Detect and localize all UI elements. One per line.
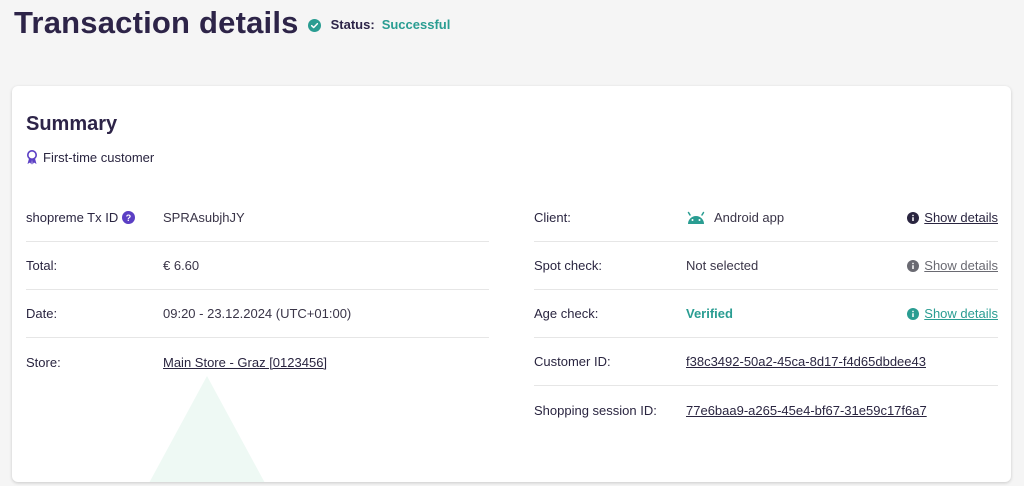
date-value: 09:20 - 23.12.2024 (UTC+01:00) <box>163 306 352 321</box>
tx-id-value: SPRAsubjhJY <box>163 210 245 225</box>
check-circle-icon <box>307 18 321 32</box>
summary-title: Summary <box>26 113 118 135</box>
spot-check-show-details[interactable]: Show details <box>907 258 998 273</box>
info-circle-icon <box>907 307 920 320</box>
total-label: Total: <box>26 258 58 273</box>
age-check-show-details[interactable]: Show details <box>907 306 998 321</box>
client-show-details-text[interactable]: Show details <box>924 210 998 225</box>
customer-id-label: Customer ID: <box>534 354 611 369</box>
tx-id-row: shopreme Tx ID ? SPRAsubjhJY <box>26 194 489 242</box>
total-row: Total: € 6.60 <box>26 242 489 290</box>
store-row: Store: Main Store - Graz [0123456] <box>26 338 489 386</box>
client-show-details[interactable]: Show details <box>907 210 998 225</box>
right-column: Client: Android app Show details Spot ch… <box>534 194 998 434</box>
client-label: Client: <box>534 210 571 225</box>
badge-label: First-time customer <box>43 150 155 165</box>
customer-id-row: Customer ID: f38c3492-50a2-45ca-8d17-f4d… <box>534 338 998 386</box>
client-value: Android app <box>686 210 784 225</box>
page-header: Transaction details Status: Successful <box>14 2 450 44</box>
tx-id-label-text: shopreme Tx ID <box>26 210 119 225</box>
svg-text:?: ? <box>126 213 131 223</box>
android-icon <box>687 211 705 224</box>
watermark-triangle <box>149 376 265 482</box>
client-row: Client: Android app Show details <box>534 194 998 242</box>
store-link[interactable]: Main Store - Graz [0123456] <box>163 355 327 370</box>
page-title: Transaction details <box>14 5 299 40</box>
left-column: shopreme Tx ID ? SPRAsubjhJY Total: € 6.… <box>26 194 489 386</box>
age-check-row: Age check: Verified Show details <box>534 290 998 338</box>
spot-check-row: Spot check: Not selected Show details <box>534 242 998 290</box>
spot-check-show-details-text[interactable]: Show details <box>924 258 998 273</box>
date-row: Date: 09:20 - 23.12.2024 (UTC+01:00) <box>26 290 489 338</box>
session-id-link[interactable]: 77e6baa9-a265-45e4-bf67-31e59c17f6a7 <box>686 403 927 418</box>
question-circle-icon[interactable]: ? <box>122 211 136 224</box>
age-check-show-details-text[interactable]: Show details <box>924 306 998 321</box>
info-circle-icon <box>907 259 920 272</box>
store-label: Store: <box>26 354 61 370</box>
status-label: Status: <box>330 17 375 32</box>
session-id-row: Shopping session ID: 77e6baa9-a265-45e4-… <box>534 386 998 434</box>
client-value-text: Android app <box>714 210 785 225</box>
age-check-label: Age check: <box>534 306 599 321</box>
customer-id-link[interactable]: f38c3492-50a2-45ca-8d17-f4d65dbdee43 <box>686 354 926 369</box>
spot-check-label: Spot check: <box>534 258 602 273</box>
award-ribbon-icon <box>27 150 37 165</box>
age-check-value: Verified <box>686 306 733 321</box>
date-label: Date: <box>26 306 58 321</box>
status-value: Successful <box>381 17 451 32</box>
tx-id-label: shopreme Tx ID ? <box>26 210 163 225</box>
summary-card: Summary First-time customer shopreme Tx … <box>12 86 1011 482</box>
session-id-label: Shopping session ID: <box>534 402 657 418</box>
info-circle-icon <box>907 211 920 224</box>
total-value: € 6.60 <box>163 258 200 273</box>
first-time-customer-badge: First-time customer <box>26 150 154 165</box>
spot-check-value: Not selected <box>686 258 759 273</box>
